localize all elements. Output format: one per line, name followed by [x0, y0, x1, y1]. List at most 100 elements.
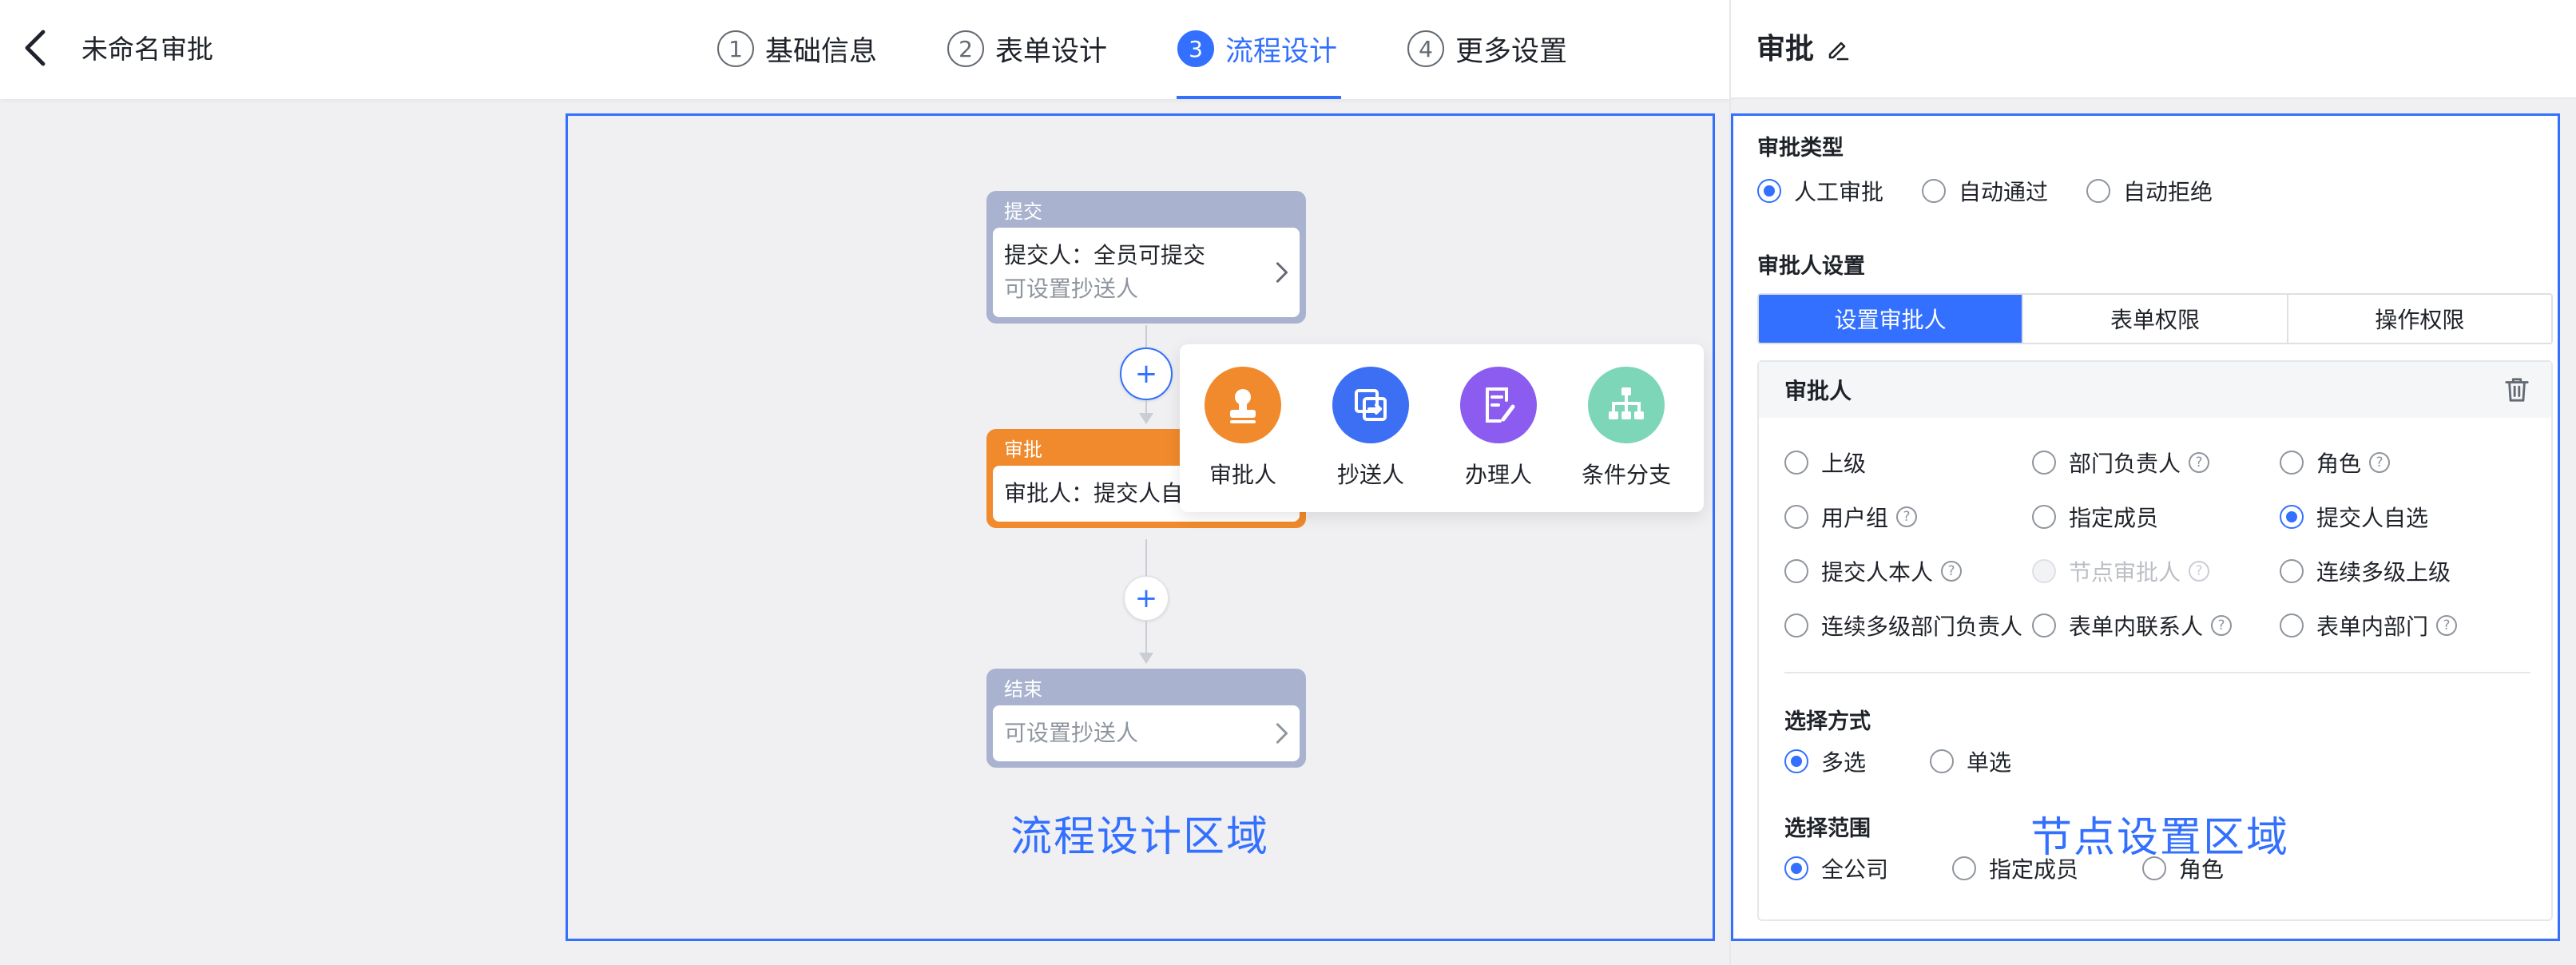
- radio-form-contact[interactable]: 表单内联系人 ?: [2032, 610, 2233, 641]
- radio-dot: [2032, 614, 2056, 637]
- node-submitter-text: 提交人：全员可提交: [1004, 242, 1206, 268]
- copy-icon: [1332, 367, 1409, 443]
- approval-type-label: 审批类型: [1757, 136, 1844, 161]
- popup-item-cc[interactable]: 抄送人: [1319, 367, 1423, 490]
- radio-dot: [2032, 559, 2056, 583]
- radio-label: 自动通过: [1959, 179, 2049, 205]
- divider: [1784, 672, 2530, 673]
- radio-label: 节点审批人: [2069, 559, 2181, 586]
- arrow-down-icon: [1139, 653, 1153, 664]
- node-title: 结束: [1004, 677, 1042, 701]
- popup-item-handler[interactable]: 办理人: [1447, 367, 1550, 490]
- help-icon[interactable]: ?: [2189, 452, 2210, 473]
- connector-line: [1145, 621, 1147, 656]
- radio-label: 全公司: [1821, 856, 1889, 883]
- radio-manual-approval[interactable]: 人工审批: [1757, 175, 1883, 207]
- node-title: 提交: [1004, 200, 1042, 223]
- radio-label: 连续多级上级: [2316, 559, 2451, 586]
- panel-header: 审批: [1731, 0, 2576, 99]
- radio-label: 上级: [1821, 451, 1867, 477]
- radio-specified-member[interactable]: 指定成员: [2032, 501, 2158, 533]
- radio-label: 人工审批: [1794, 179, 1884, 205]
- radio-label: 提交人本人: [1821, 559, 1934, 586]
- node-cc-hint: 可设置抄送人: [1004, 720, 1139, 746]
- radio-dot: [2280, 559, 2304, 583]
- radio-submitter-self[interactable]: 提交人本人 ?: [1784, 555, 1963, 587]
- radio-superior[interactable]: 上级: [1784, 447, 1866, 479]
- radio-multi-level-department-head[interactable]: 连续多级部门负责人: [1784, 610, 2022, 641]
- radio-single-select[interactable]: 单选: [1930, 745, 2011, 777]
- add-node-button[interactable]: +: [1120, 347, 1173, 400]
- step-form-design[interactable]: 2 表单设计: [947, 27, 1107, 70]
- add-node-button[interactable]: +: [1124, 576, 1169, 621]
- radio-label: 连续多级部门负责人: [1821, 614, 2023, 640]
- radio-multi-select[interactable]: 多选: [1784, 745, 1866, 777]
- node-body: 可设置抄送人: [993, 705, 1300, 761]
- radio-dot: [1784, 856, 1808, 880]
- help-icon[interactable]: ?: [2211, 615, 2233, 636]
- popup-item-label: 条件分支: [1581, 462, 1671, 488]
- radio-dot: [1784, 451, 1808, 475]
- step-more-settings[interactable]: 4 更多设置: [1407, 27, 1567, 70]
- select-mode-label: 选择方式: [1784, 709, 1871, 734]
- radio-dot: [2280, 451, 2304, 475]
- flow-node-end[interactable]: 结束 可设置抄送人: [986, 669, 1306, 768]
- approver-card-title: 审批人: [1784, 378, 1852, 404]
- radio-dot: [1922, 179, 1947, 203]
- radio-whole-company[interactable]: 全公司: [1784, 852, 1888, 884]
- radio-auto-pass[interactable]: 自动通过: [1922, 175, 2048, 207]
- help-icon[interactable]: ?: [2369, 452, 2391, 473]
- back-button[interactable]: [21, 29, 53, 67]
- flow-node-submit[interactable]: 提交 提交人：全员可提交 可设置抄送人: [986, 191, 1306, 324]
- panel-title: 审批: [1756, 33, 1815, 66]
- branch-icon: [1588, 367, 1665, 443]
- edit-doc-icon: [1460, 367, 1537, 443]
- radio-node-approver: 节点审批人 ?: [2032, 555, 2210, 587]
- node-cc-hint: 可设置抄送人: [1004, 276, 1139, 302]
- top-header: 未命名审批 1 基础信息 2 表单设计 3 流程设计 4 更多设置: [0, 0, 1729, 99]
- step-label: 更多设置: [1455, 35, 1568, 68]
- chevron-left-icon: [25, 30, 46, 66]
- help-icon[interactable]: ?: [1941, 561, 1963, 582]
- flow-design-area: 提交 提交人：全员可提交 可设置抄送人 + 审批 审批人：提交人自选 + 结束 …: [566, 113, 1715, 941]
- radio-form-department[interactable]: 表单内部门 ?: [2280, 610, 2458, 641]
- help-icon[interactable]: ?: [1896, 506, 1918, 527]
- select-mode-group: 多选 单选: [1784, 745, 2011, 777]
- help-icon[interactable]: ?: [2436, 615, 2458, 636]
- radio-dot: [1784, 749, 1808, 773]
- radio-label: 表单内部门: [2316, 614, 2429, 640]
- edit-pencil-icon[interactable]: [1825, 37, 1851, 62]
- radio-dot: [2032, 451, 2056, 475]
- active-step-underline: [1177, 96, 1341, 99]
- radio-user-group[interactable]: 用户组 ?: [1784, 501, 1918, 533]
- radio-role[interactable]: 角色 ?: [2280, 447, 2391, 479]
- help-icon[interactable]: ?: [2189, 561, 2210, 582]
- step-number: 2: [947, 30, 984, 67]
- connector-line: [1145, 539, 1147, 576]
- radio-submitter-choose[interactable]: 提交人自选: [2280, 501, 2428, 533]
- popup-item-approver[interactable]: 审批人: [1191, 367, 1295, 490]
- radio-dot: [1757, 179, 1781, 203]
- radio-auto-reject[interactable]: 自动拒绝: [2086, 175, 2213, 207]
- step-basic-info[interactable]: 1 基础信息: [717, 27, 877, 70]
- radio-dot: [1784, 559, 1808, 583]
- radio-department-head[interactable]: 部门负责人 ?: [2032, 447, 2210, 479]
- step-label: 表单设计: [995, 35, 1108, 68]
- tab-operation-permissions[interactable]: 操作权限: [2288, 295, 2551, 343]
- settings-area-label: 节点设置区域: [2030, 814, 2290, 862]
- tab-set-approver[interactable]: 设置审批人: [1759, 295, 2024, 343]
- radio-label: 角色: [2316, 451, 2362, 477]
- step-label: 流程设计: [1225, 35, 1338, 68]
- radio-label: 部门负责人: [2069, 451, 2181, 477]
- step-flow-design[interactable]: 3 流程设计: [1177, 27, 1337, 70]
- arrow-down-icon: [1139, 413, 1153, 424]
- tab-form-permissions[interactable]: 表单权限: [2023, 295, 2288, 343]
- radio-label: 指定成员: [2069, 505, 2159, 531]
- radio-multi-level-superior[interactable]: 连续多级上级: [2280, 555, 2451, 587]
- radio-dot: [1784, 614, 1808, 637]
- approval-type-group: 人工审批 自动通过 自动拒绝: [1757, 175, 2213, 207]
- trash-icon[interactable]: [2503, 376, 2530, 403]
- radio-label: 自动拒绝: [2123, 179, 2213, 205]
- popup-item-condition-branch[interactable]: 条件分支: [1574, 367, 1678, 490]
- radio-dot: [2280, 505, 2304, 529]
